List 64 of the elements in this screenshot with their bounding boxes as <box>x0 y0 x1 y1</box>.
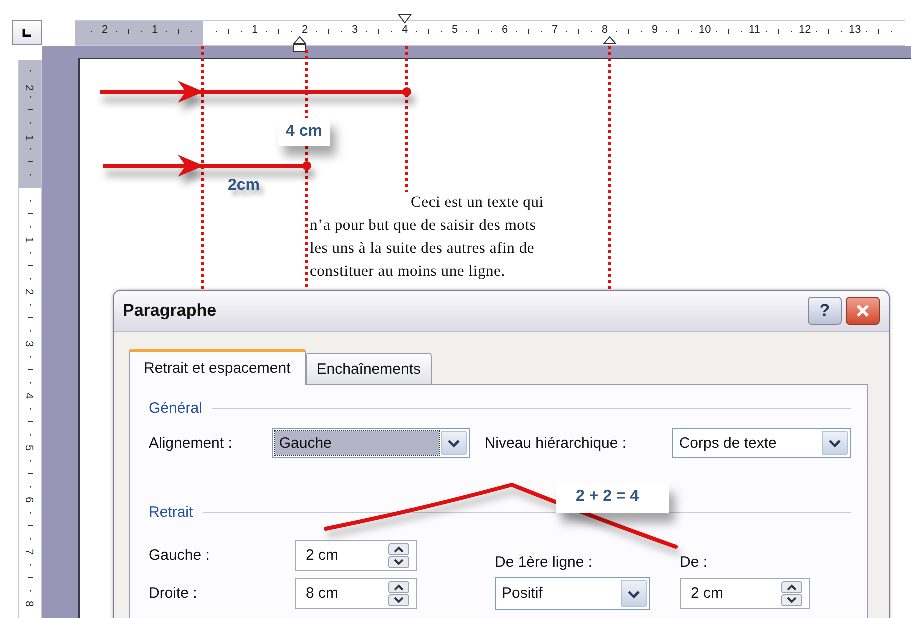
chevron-down-icon <box>828 437 842 449</box>
spin-field[interactable]: 8 cm <box>295 578 417 609</box>
group-title: Retrait <box>149 504 194 520</box>
ruler-number: 8 <box>23 600 36 608</box>
dropdown[interactable]: Gauche <box>272 428 470 458</box>
close-icon <box>855 303 871 319</box>
ruler-number: 1 <box>23 134 36 142</box>
ruler-number: 12 <box>799 24 812 37</box>
group-title: Général <box>149 400 202 416</box>
ruler-number: 5 <box>23 444 36 452</box>
ruler-number: 2 <box>23 84 36 92</box>
field-label: Alignement : <box>149 434 234 452</box>
dropdown-button[interactable] <box>440 431 467 455</box>
ruler-number: 2 <box>302 24 308 37</box>
ruler-number: 5 <box>452 24 458 37</box>
chevron-down-icon <box>446 437 461 449</box>
up-down-arrows-icon <box>388 542 410 568</box>
dialog-title: Paragraphe <box>123 301 218 321</box>
formula-label: 2 + 2 = 4 <box>556 483 670 513</box>
ruler-number: 11 <box>749 24 760 37</box>
ruler-number: 13 <box>849 24 862 37</box>
ruler-number: 10 <box>699 24 712 37</box>
ruler-number: 1 <box>152 24 158 37</box>
ruler-number: 2 <box>23 288 36 296</box>
paragraph-text: Ceci est un texte qui n’a pour but que de saisir des mots les uns à la suite des autres afin de constituer au moins une ligne. <box>310 193 545 282</box>
spin-field[interactable]: 2 cm <box>295 540 417 571</box>
ruler-number: 9 <box>652 24 658 37</box>
first-line-indent-marker[interactable] <box>398 14 412 24</box>
tab-stop-icon <box>22 28 32 38</box>
ruler-number: 6 <box>502 24 508 37</box>
help-button[interactable]: ? <box>808 297 842 325</box>
field-label: Niveau hiérarchique : <box>484 434 628 452</box>
tab[interactable]: Retrait et espacement <box>129 349 306 385</box>
field-label: De : <box>680 554 709 571</box>
measure-label: 2cm <box>228 176 260 196</box>
measure-label: 4 cm <box>278 118 330 146</box>
left-indent-marker[interactable] <box>293 36 307 53</box>
dropdown-button[interactable] <box>822 431 848 455</box>
ruler-number: 1 <box>23 236 36 244</box>
tab[interactable]: Enchaînements <box>306 353 432 384</box>
spin-buttons[interactable] <box>388 580 410 606</box>
ruler-number: 7 <box>23 548 36 556</box>
tab-stop-button[interactable] <box>12 20 42 45</box>
dropdown-button[interactable] <box>621 580 647 607</box>
ruler-number: 6 <box>23 496 36 504</box>
spin-buttons[interactable] <box>781 580 803 606</box>
up-down-arrows-icon <box>388 580 410 606</box>
ruler-number: 8 <box>602 24 608 37</box>
field-label: Gauche : <box>149 547 211 564</box>
dropdown[interactable]: Corps de texte <box>672 428 852 458</box>
ruler-number: 4 <box>23 392 36 400</box>
ruler-number: 4 <box>402 24 408 37</box>
up-down-arrows-icon <box>781 580 803 606</box>
field-label: De 1ère ligne : <box>495 554 594 571</box>
field-label: Droite : <box>149 585 198 602</box>
ruler-number: 3 <box>23 340 36 348</box>
close-button[interactable] <box>846 297 880 325</box>
spin-field[interactable]: 2 cm <box>680 578 810 609</box>
ruler-number: 3 <box>352 24 358 37</box>
dropdown[interactable]: Positif <box>495 577 650 610</box>
ruler-number: 1 <box>252 24 258 37</box>
spin-buttons[interactable] <box>388 542 410 568</box>
ruler-number: 2 <box>102 24 108 37</box>
ruler-number: 7 <box>552 24 558 37</box>
